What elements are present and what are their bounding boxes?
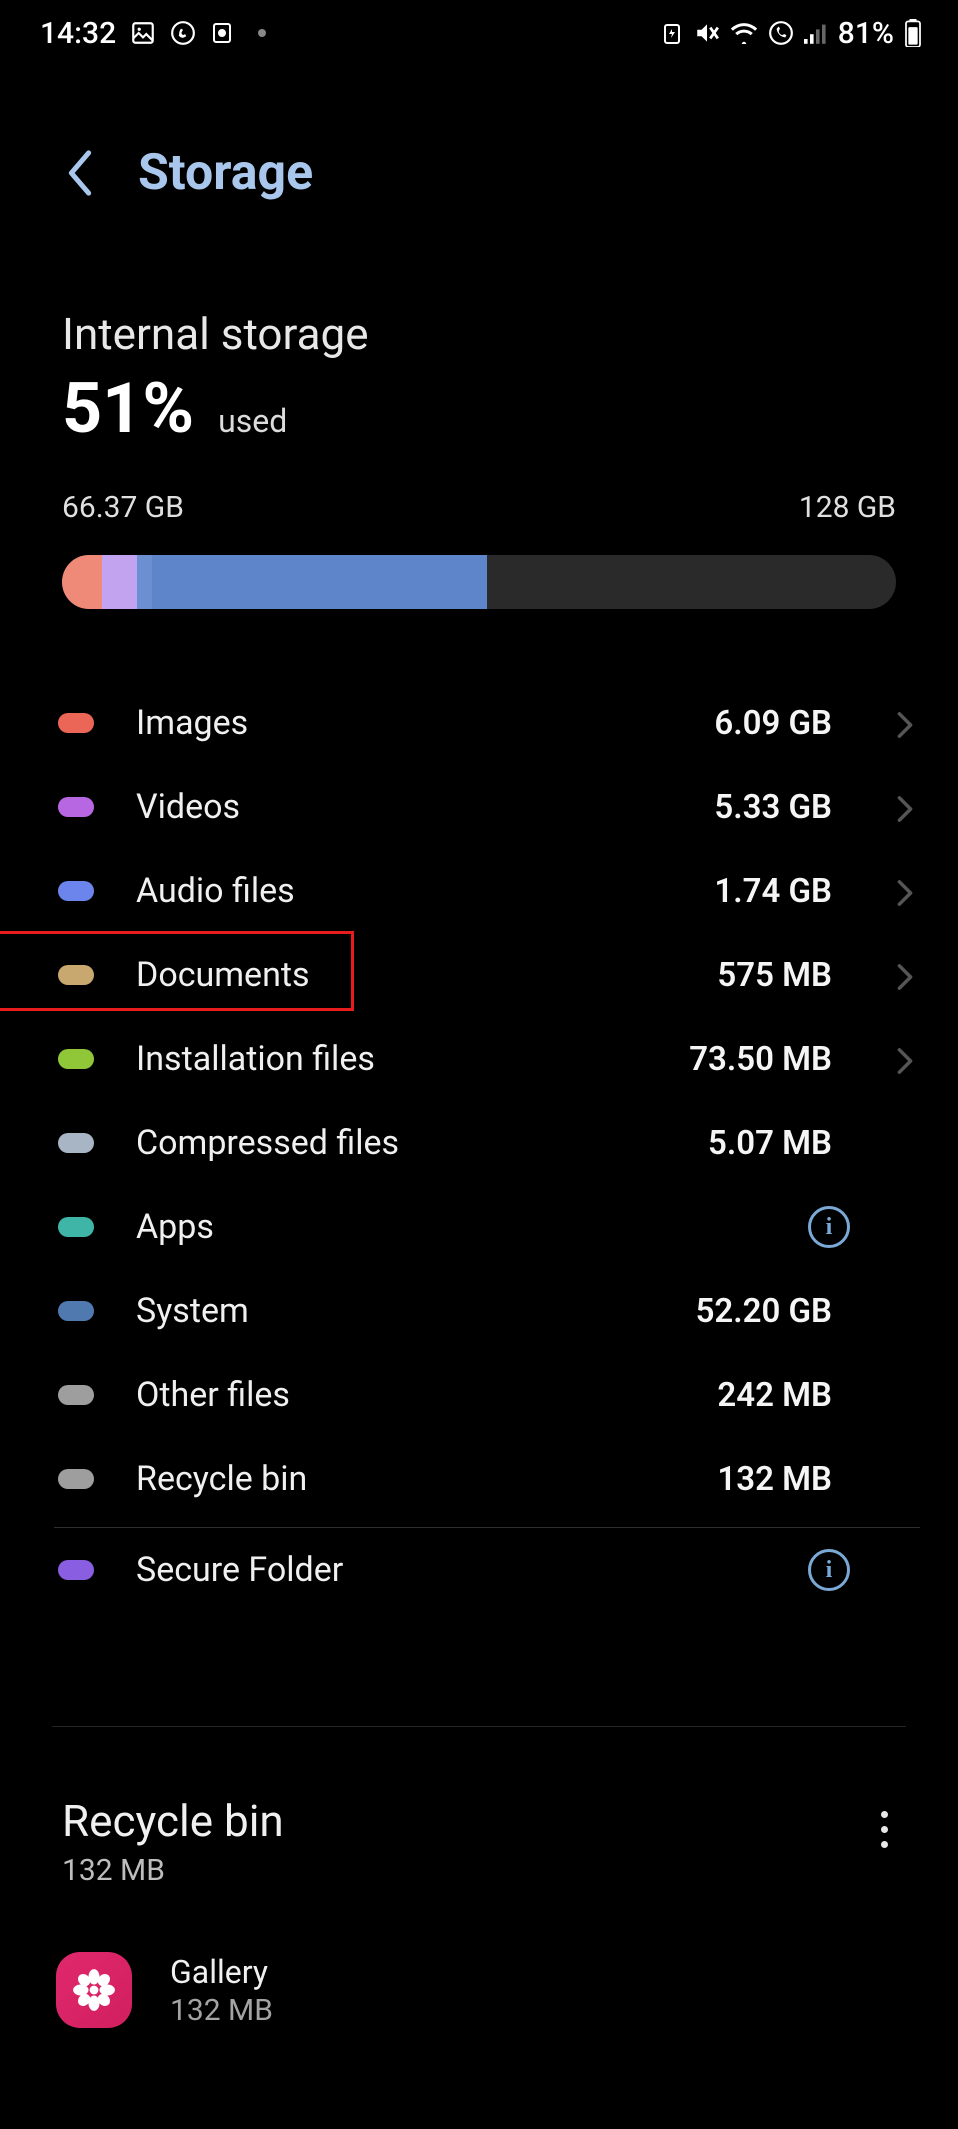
secure-folder-list: Secure Folder i	[0, 1528, 958, 1612]
call-icon	[768, 20, 794, 46]
status-right: 81%	[660, 16, 922, 51]
chevron-right-icon	[896, 795, 920, 819]
internal-storage-title: Internal storage	[62, 308, 896, 360]
category-label: System	[136, 1291, 654, 1331]
chevron-right-icon	[896, 711, 920, 735]
total-size: 128 GB	[799, 490, 896, 525]
mute-icon	[694, 20, 720, 46]
category-label: Documents	[136, 955, 675, 995]
category-label: Videos	[136, 787, 672, 827]
battery-saver-icon	[660, 21, 684, 45]
category-list: Images 6.09 GB Videos 5.33 GB Audio files 1.7…	[0, 681, 958, 1521]
page-header: Storage	[0, 66, 958, 232]
used-size: 66.37 GB	[62, 490, 184, 525]
category-value: 73.50 MB	[689, 1040, 832, 1079]
battery-icon	[904, 19, 922, 47]
app-size: 132 MB	[170, 1993, 273, 2028]
category-secure-folder[interactable]: Secure Folder i	[58, 1528, 920, 1612]
progress-segment	[62, 555, 102, 609]
back-button[interactable]	[60, 153, 100, 193]
category-value: 1.74 GB	[714, 872, 832, 911]
chevron-right-icon	[896, 879, 920, 903]
category-apps[interactable]: Apps i	[58, 1185, 920, 1269]
more-options-button[interactable]	[881, 1811, 888, 1848]
app-icon	[210, 21, 234, 45]
percent-row: 51% used	[62, 368, 896, 450]
recycle-bin-section: Recycle bin 132 MB	[0, 1727, 958, 1888]
app-name: Gallery	[170, 1953, 273, 1991]
category-images[interactable]: Images 6.09 GB	[58, 681, 920, 765]
progress-segment	[152, 555, 487, 609]
pill-icon	[58, 1301, 94, 1321]
category-label: Audio files	[136, 871, 672, 911]
category-compressed-files: Compressed files 5.07 MB	[58, 1101, 920, 1185]
gallery-icon	[56, 1952, 132, 2028]
pill-icon	[58, 1049, 94, 1069]
category-recycle-bin: Recycle bin 132 MB	[58, 1437, 920, 1521]
category-value: 575 MB	[717, 956, 832, 995]
category-value: 5.07 MB	[708, 1124, 832, 1163]
category-label: Compressed files	[136, 1123, 666, 1163]
info-icon[interactable]: i	[808, 1549, 850, 1591]
chevron-right-icon	[896, 963, 920, 987]
pill-icon	[58, 881, 94, 901]
pill-icon	[58, 1385, 94, 1405]
category-value: 242 MB	[717, 1376, 832, 1415]
percent-label: used	[218, 402, 287, 440]
pill-icon	[58, 965, 94, 985]
category-audio-files[interactable]: Audio files 1.74 GB	[58, 849, 920, 933]
category-label: Installation files	[136, 1039, 647, 1079]
progress-segment	[102, 555, 137, 609]
category-videos[interactable]: Videos 5.33 GB	[58, 765, 920, 849]
pill-icon	[58, 1133, 94, 1153]
app-text: Gallery 132 MB	[170, 1953, 273, 2028]
wifi-icon	[730, 22, 758, 44]
storage-bar	[62, 555, 896, 609]
recycle-bin-size: 132 MB	[62, 1853, 284, 1888]
category-value: 52.20 GB	[696, 1292, 832, 1331]
category-value: 5.33 GB	[714, 788, 832, 827]
battery-text: 81%	[838, 16, 894, 51]
category-documents[interactable]: Documents 575 MB	[58, 933, 920, 1017]
app-item-gallery[interactable]: Gallery 132 MB	[0, 1888, 958, 2028]
category-label: Apps	[136, 1207, 766, 1247]
progress-segment	[137, 555, 152, 609]
status-left: 14:32	[40, 16, 266, 51]
category-label: Images	[136, 703, 672, 743]
pill-icon	[58, 797, 94, 817]
category-installation-files[interactable]: Installation files 73.50 MB	[58, 1017, 920, 1101]
status-dot	[258, 29, 266, 37]
category-value: 6.09 GB	[714, 704, 832, 743]
category-system: System 52.20 GB	[58, 1269, 920, 1353]
whatsapp-icon	[170, 20, 196, 46]
category-other-files: Other files 242 MB	[58, 1353, 920, 1437]
category-label: Recycle bin	[136, 1459, 675, 1499]
category-label: Secure Folder	[136, 1550, 766, 1590]
info-icon[interactable]: i	[808, 1206, 850, 1248]
status-bar: 14:32 81%	[0, 0, 958, 66]
pill-icon	[58, 713, 94, 733]
page-title: Storage	[138, 144, 313, 202]
category-value: 132 MB	[717, 1460, 832, 1499]
internal-storage-section: Internal storage 51% used 66.37 GB 128 G…	[0, 232, 958, 609]
image-icon	[130, 20, 156, 46]
category-label: Other files	[136, 1375, 675, 1415]
signal-icon	[804, 22, 828, 44]
recycle-bin-title: Recycle bin	[62, 1795, 284, 1847]
pill-icon	[58, 1469, 94, 1489]
pill-icon	[58, 1560, 94, 1580]
clock: 14:32	[40, 16, 116, 51]
pill-icon	[58, 1217, 94, 1237]
size-row: 66.37 GB 128 GB	[62, 490, 896, 525]
chevron-right-icon	[896, 1047, 920, 1071]
percent-value: 51%	[62, 368, 194, 450]
